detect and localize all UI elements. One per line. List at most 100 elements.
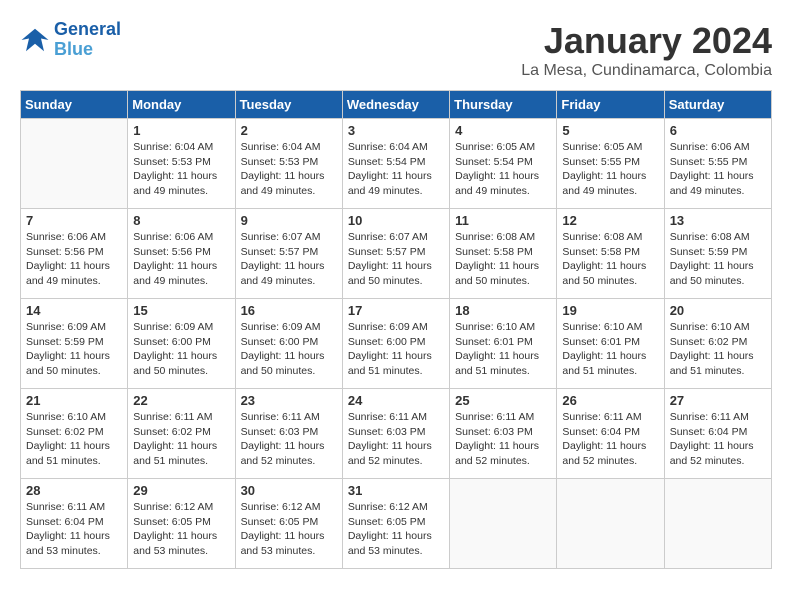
day-info: Sunrise: 6:09 AMSunset: 5:59 PMDaylight:… xyxy=(26,320,122,379)
day-number: 8 xyxy=(133,213,229,228)
month-title: January 2024 xyxy=(521,20,772,62)
day-number: 2 xyxy=(241,123,337,138)
day-info: Sunrise: 6:04 AMSunset: 5:53 PMDaylight:… xyxy=(133,140,229,199)
day-cell: 19Sunrise: 6:10 AMSunset: 6:01 PMDayligh… xyxy=(557,299,664,389)
day-number: 24 xyxy=(348,393,444,408)
day-info: Sunrise: 6:12 AMSunset: 6:05 PMDaylight:… xyxy=(348,500,444,559)
day-cell: 18Sunrise: 6:10 AMSunset: 6:01 PMDayligh… xyxy=(450,299,557,389)
week-row-3: 14 Sunrise: 6:09 AMSunset: 5:59 PMDayligh… xyxy=(21,299,772,389)
day-info: Sunrise: 6:11 AMSunset: 6:03 PMDaylight:… xyxy=(241,410,337,469)
day-number: 19 xyxy=(562,303,658,318)
day-number: 7 xyxy=(26,213,122,228)
day-number: 6 xyxy=(670,123,766,138)
day-cell: 31 Sunrise: 6:12 AMSunset: 6:05 PMDayligh… xyxy=(342,479,449,569)
day-cell: 7 Sunrise: 6:06 AMSunset: 5:56 PMDaylight… xyxy=(21,209,128,299)
day-info: Sunrise: 6:06 AMSunset: 5:56 PMDaylight:… xyxy=(133,230,229,289)
day-cell: 26Sunrise: 6:11 AMSunset: 6:04 PMDayligh… xyxy=(557,389,664,479)
day-cell: 4Sunrise: 6:05 AMSunset: 5:54 PMDaylight… xyxy=(450,119,557,209)
day-cell: 1 Sunrise: 6:04 AMSunset: 5:53 PMDaylight… xyxy=(128,119,235,209)
day-number: 14 xyxy=(26,303,122,318)
day-info: Sunrise: 6:11 AMSunset: 6:04 PMDaylight:… xyxy=(670,410,766,469)
day-cell: 5Sunrise: 6:05 AMSunset: 5:55 PMDaylight… xyxy=(557,119,664,209)
day-number: 3 xyxy=(348,123,444,138)
day-number: 28 xyxy=(26,483,122,498)
weekday-wednesday: Wednesday xyxy=(342,91,449,119)
day-cell: 24 Sunrise: 6:11 AMSunset: 6:03 PMDayligh… xyxy=(342,389,449,479)
week-row-2: 7 Sunrise: 6:06 AMSunset: 5:56 PMDaylight… xyxy=(21,209,772,299)
day-number: 22 xyxy=(133,393,229,408)
logo: GeneralBlue xyxy=(20,20,121,60)
weekday-thursday: Thursday xyxy=(450,91,557,119)
day-number: 1 xyxy=(133,123,229,138)
weekday-header: SundayMondayTuesdayWednesdayThursdayFrid… xyxy=(21,91,772,119)
day-info: Sunrise: 6:08 AMSunset: 5:58 PMDaylight:… xyxy=(562,230,658,289)
day-cell: 8 Sunrise: 6:06 AMSunset: 5:56 PMDaylight… xyxy=(128,209,235,299)
day-cell: 20 Sunrise: 6:10 AMSunset: 6:02 PMDayligh… xyxy=(664,299,771,389)
title-area: January 2024 La Mesa, Cundinamarca, Colo… xyxy=(521,20,772,80)
day-number: 31 xyxy=(348,483,444,498)
calendar-body: 1 Sunrise: 6:04 AMSunset: 5:53 PMDaylight… xyxy=(21,119,772,569)
day-cell: 17Sunrise: 6:09 AMSunset: 6:00 PMDayligh… xyxy=(342,299,449,389)
week-row-1: 1 Sunrise: 6:04 AMSunset: 5:53 PMDaylight… xyxy=(21,119,772,209)
day-number: 16 xyxy=(241,303,337,318)
day-number: 29 xyxy=(133,483,229,498)
day-cell: 12Sunrise: 6:08 AMSunset: 5:58 PMDayligh… xyxy=(557,209,664,299)
day-cell: 6 Sunrise: 6:06 AMSunset: 5:55 PMDaylight… xyxy=(664,119,771,209)
day-cell: 15 Sunrise: 6:09 AMSunset: 6:00 PMDayligh… xyxy=(128,299,235,389)
day-number: 9 xyxy=(241,213,337,228)
day-number: 15 xyxy=(133,303,229,318)
day-number: 10 xyxy=(348,213,444,228)
day-number: 11 xyxy=(455,213,551,228)
logo-icon xyxy=(20,25,50,55)
day-number: 27 xyxy=(670,393,766,408)
weekday-saturday: Saturday xyxy=(664,91,771,119)
day-number: 4 xyxy=(455,123,551,138)
day-info: Sunrise: 6:10 AMSunset: 6:02 PMDaylight:… xyxy=(670,320,766,379)
day-info: Sunrise: 6:06 AMSunset: 5:56 PMDaylight:… xyxy=(26,230,122,289)
day-info: Sunrise: 6:04 AMSunset: 5:53 PMDaylight:… xyxy=(241,140,337,199)
day-cell: 27 Sunrise: 6:11 AMSunset: 6:04 PMDayligh… xyxy=(664,389,771,479)
day-info: Sunrise: 6:07 AMSunset: 5:57 PMDaylight:… xyxy=(241,230,337,289)
day-info: Sunrise: 6:09 AMSunset: 6:00 PMDaylight:… xyxy=(241,320,337,379)
day-cell: 9 Sunrise: 6:07 AMSunset: 5:57 PMDaylight… xyxy=(235,209,342,299)
day-number: 17 xyxy=(348,303,444,318)
day-cell: 23 Sunrise: 6:11 AMSunset: 6:03 PMDayligh… xyxy=(235,389,342,479)
day-cell: 3 Sunrise: 6:04 AMSunset: 5:54 PMDaylight… xyxy=(342,119,449,209)
weekday-sunday: Sunday xyxy=(21,91,128,119)
day-cell xyxy=(450,479,557,569)
day-number: 5 xyxy=(562,123,658,138)
day-info: Sunrise: 6:11 AMSunset: 6:04 PMDaylight:… xyxy=(562,410,658,469)
day-info: Sunrise: 6:10 AMSunset: 6:02 PMDaylight:… xyxy=(26,410,122,469)
day-number: 25 xyxy=(455,393,551,408)
day-info: Sunrise: 6:11 AMSunset: 6:03 PMDaylight:… xyxy=(348,410,444,469)
day-number: 23 xyxy=(241,393,337,408)
week-row-5: 28 Sunrise: 6:11 AMSunset: 6:04 PMDayligh… xyxy=(21,479,772,569)
day-cell: 10 Sunrise: 6:07 AMSunset: 5:57 PMDayligh… xyxy=(342,209,449,299)
day-info: Sunrise: 6:11 AMSunset: 6:03 PMDaylight:… xyxy=(455,410,551,469)
day-cell: 29 Sunrise: 6:12 AMSunset: 6:05 PMDayligh… xyxy=(128,479,235,569)
weekday-monday: Monday xyxy=(128,91,235,119)
day-info: Sunrise: 6:08 AMSunset: 5:59 PMDaylight:… xyxy=(670,230,766,289)
day-info: Sunrise: 6:11 AMSunset: 6:04 PMDaylight:… xyxy=(26,500,122,559)
day-cell: 13 Sunrise: 6:08 AMSunset: 5:59 PMDayligh… xyxy=(664,209,771,299)
day-cell: 22Sunrise: 6:11 AMSunset: 6:02 PMDayligh… xyxy=(128,389,235,479)
day-info: Sunrise: 6:06 AMSunset: 5:55 PMDaylight:… xyxy=(670,140,766,199)
calendar-table: SundayMondayTuesdayWednesdayThursdayFrid… xyxy=(20,90,772,569)
day-info: Sunrise: 6:07 AMSunset: 5:57 PMDaylight:… xyxy=(348,230,444,289)
day-number: 13 xyxy=(670,213,766,228)
day-info: Sunrise: 6:09 AMSunset: 6:00 PMDaylight:… xyxy=(133,320,229,379)
day-cell: 2 Sunrise: 6:04 AMSunset: 5:53 PMDaylight… xyxy=(235,119,342,209)
day-info: Sunrise: 6:12 AMSunset: 6:05 PMDaylight:… xyxy=(133,500,229,559)
day-cell xyxy=(21,119,128,209)
day-number: 21 xyxy=(26,393,122,408)
day-cell xyxy=(664,479,771,569)
day-cell: 11Sunrise: 6:08 AMSunset: 5:58 PMDayligh… xyxy=(450,209,557,299)
day-cell xyxy=(557,479,664,569)
day-info: Sunrise: 6:04 AMSunset: 5:54 PMDaylight:… xyxy=(348,140,444,199)
day-number: 20 xyxy=(670,303,766,318)
day-info: Sunrise: 6:10 AMSunset: 6:01 PMDaylight:… xyxy=(455,320,551,379)
day-cell: 30Sunrise: 6:12 AMSunset: 6:05 PMDayligh… xyxy=(235,479,342,569)
logo-text: GeneralBlue xyxy=(54,20,121,60)
day-cell: 21 Sunrise: 6:10 AMSunset: 6:02 PMDayligh… xyxy=(21,389,128,479)
week-row-4: 21 Sunrise: 6:10 AMSunset: 6:02 PMDayligh… xyxy=(21,389,772,479)
